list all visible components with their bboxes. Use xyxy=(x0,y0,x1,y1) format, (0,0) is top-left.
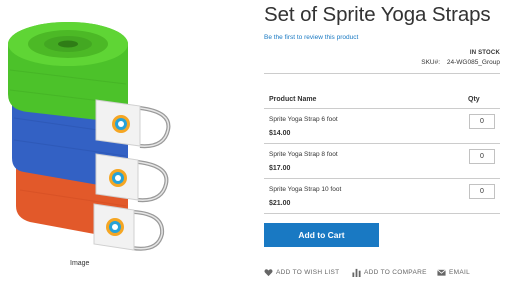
product-image-gallery[interactable]: Image xyxy=(0,0,250,284)
add-to-wishlist-link[interactable]: ADD TO WISH LIST xyxy=(264,267,339,277)
column-header-qty: Qty xyxy=(468,96,480,103)
envelope-icon xyxy=(437,268,446,276)
qty-input[interactable] xyxy=(469,114,495,129)
divider xyxy=(264,73,500,74)
heart-icon xyxy=(264,268,273,276)
product-name: Sprite Yoga Strap 8 foot xyxy=(269,151,338,158)
sku: SKU#: 24-WG085_Group xyxy=(421,59,500,66)
email-label: EMAIL xyxy=(449,268,471,276)
product-name: Sprite Yoga Strap 10 foot xyxy=(269,186,342,193)
table-row: Sprite Yoga Strap 8 foot $17.00 xyxy=(264,144,500,179)
qty-input[interactable] xyxy=(469,184,495,199)
stock-status: IN STOCK xyxy=(469,50,500,56)
add-to-cart-button[interactable]: Add to Cart xyxy=(264,223,379,247)
product-price: $14.00 xyxy=(269,130,291,137)
image-caption: Image xyxy=(70,260,90,267)
wishlist-label: ADD TO WISH LIST xyxy=(276,268,340,276)
sku-label: SKU#: xyxy=(421,59,441,66)
review-link[interactable]: Be the first to review this product xyxy=(264,34,358,41)
table-row: Sprite Yoga Strap 10 foot $21.00 xyxy=(264,179,500,214)
product-price: $21.00 xyxy=(269,200,291,207)
bar-chart-icon xyxy=(352,268,361,277)
yoga-straps-image xyxy=(8,22,171,251)
divider xyxy=(264,213,500,214)
column-header-product: Product Name xyxy=(269,96,317,103)
email-link[interactable]: EMAIL xyxy=(437,267,470,277)
product-name: Sprite Yoga Strap 6 foot xyxy=(269,116,338,123)
page-title: Set of Sprite Yoga Straps xyxy=(264,3,491,26)
qty-input[interactable] xyxy=(469,149,495,164)
table-row: Sprite Yoga Strap 6 foot $14.00 xyxy=(264,109,500,144)
product-price: $17.00 xyxy=(269,165,291,172)
add-to-compare-link[interactable]: ADD TO COMPARE xyxy=(352,267,427,277)
product-info: Set of Sprite Yoga Straps Be the first t… xyxy=(264,0,500,284)
compare-label: ADD TO COMPARE xyxy=(364,268,427,276)
sku-value: 24-WG085_Group xyxy=(446,59,500,66)
